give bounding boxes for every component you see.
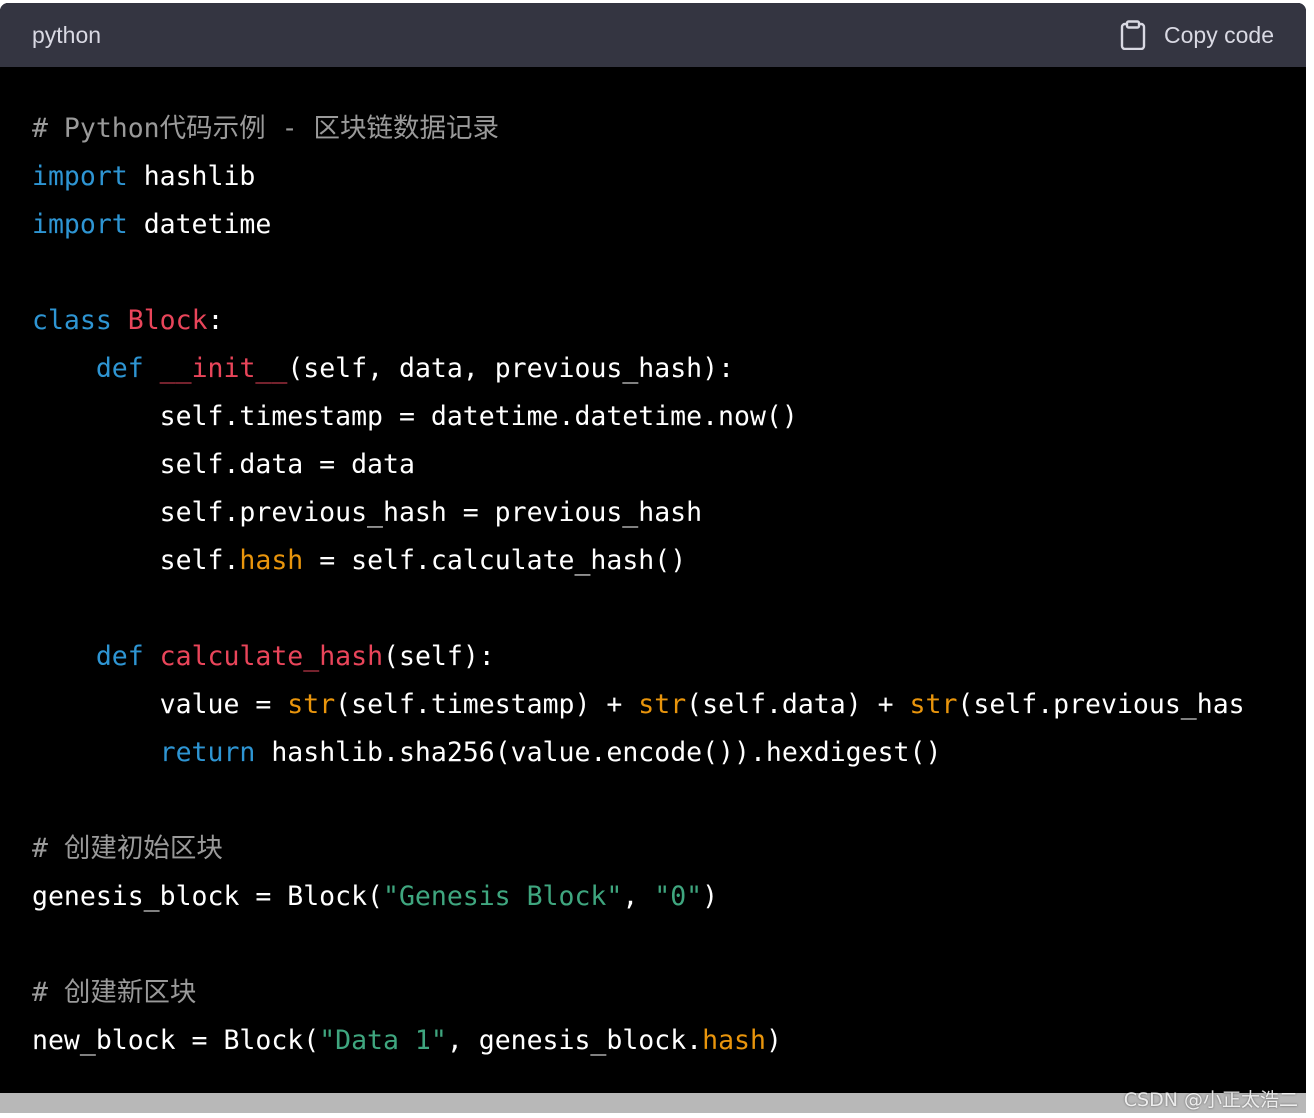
clipboard-icon — [1120, 20, 1146, 50]
code-token: hashlib — [127, 161, 256, 192]
code-token: (self, data, previous_hash): — [287, 353, 735, 384]
code-line: def calculate_hash(self): — [32, 633, 1306, 681]
code-line: # 创建新区块 — [32, 969, 1306, 1017]
language-label: python — [32, 21, 102, 48]
code-token: ) — [765, 1025, 782, 1056]
horizontal-scrollbar[interactable] — [0, 1093, 1306, 1113]
code-block-header: python Copy code — [0, 3, 1306, 67]
code-line: # 创建初始区块 — [32, 825, 1306, 873]
code-token: return — [159, 737, 256, 768]
code-token: self. — [32, 545, 240, 576]
code-token: : — [207, 305, 224, 336]
code-line: self.previous_hash = previous_hash — [32, 489, 1306, 537]
code-token: hashlib.sha256(value.encode()).hexdigest… — [255, 737, 942, 768]
code-content[interactable]: # Python代码示例 - 区块链数据记录 import hashlib impo… — [0, 67, 1306, 1065]
code-token: self.previous_hash = previous_hash — [32, 497, 703, 528]
code-token: import — [32, 209, 128, 240]
code-token: import — [32, 161, 128, 192]
code-line: import datetime — [32, 201, 1306, 249]
code-line: self.data = data — [32, 441, 1306, 489]
code-token: , — [622, 881, 655, 912]
code-token: (self.previous_has — [957, 689, 1245, 720]
code-token: def — [95, 353, 144, 384]
code-token: self.data = data — [32, 449, 415, 480]
code-token: # 创建初始区块 — [32, 833, 223, 864]
code-line: return hashlib.sha256(value.encode()).he… — [32, 729, 1306, 777]
code-token: hash — [239, 545, 304, 576]
code-token: calculate_hash — [159, 641, 384, 672]
code-token: str — [638, 689, 687, 720]
code-token: self.timestamp = datetime.datetime.now() — [32, 401, 798, 432]
code-line: value = str(self.timestamp) + str(self.d… — [32, 681, 1306, 729]
copy-code-button[interactable]: Copy code — [1120, 20, 1274, 50]
code-token: str — [287, 689, 336, 720]
code-token: "Genesis Block" — [383, 881, 623, 912]
copy-code-label: Copy code — [1164, 21, 1274, 48]
code-block: python Copy code # Python代码示例 - 区块链数据记录 i… — [0, 3, 1306, 1113]
code-line: def __init__(self, data, previous_hash): — [32, 345, 1306, 393]
code-token: (self.data) + — [686, 689, 910, 720]
code-line: # Python代码示例 - 区块链数据记录 — [32, 105, 1306, 153]
code-token: Block — [127, 305, 208, 336]
code-token: __init__ — [159, 353, 288, 384]
code-token: , genesis_block. — [446, 1025, 703, 1056]
code-token: "0" — [654, 881, 703, 912]
code-line: self.hash = self.calculate_hash() — [32, 537, 1306, 585]
code-token: "Data 1" — [319, 1025, 447, 1056]
code-token: def — [95, 641, 144, 672]
code-token: genesis_block = Block( — [32, 881, 383, 912]
code-token: new_block = Block( — [32, 1025, 320, 1056]
code-token: (self): — [383, 641, 495, 672]
code-line: import hashlib — [32, 153, 1306, 201]
code-line: class Block: — [32, 297, 1306, 345]
code-token: hash — [702, 1025, 766, 1056]
code-token: datetime — [127, 209, 272, 240]
code-line: self.timestamp = datetime.datetime.now() — [32, 393, 1306, 441]
code-token: # 创建新区块 — [32, 977, 197, 1008]
code-token: # Python代码示例 - 区块链数据记录 — [32, 113, 499, 144]
code-token: value = — [32, 689, 288, 720]
code-token: str — [909, 689, 958, 720]
code-token: = self.calculate_hash() — [303, 545, 687, 576]
code-token: (self.timestamp) + — [335, 689, 639, 720]
code-line: new_block = Block("Data 1", genesis_bloc… — [32, 1017, 1306, 1065]
code-line: genesis_block = Block("Genesis Block", "… — [32, 873, 1306, 921]
watermark: CSDN @小正太浩二 — [1123, 1089, 1298, 1111]
code-token: ) — [702, 881, 719, 912]
code-token: class — [32, 305, 112, 336]
